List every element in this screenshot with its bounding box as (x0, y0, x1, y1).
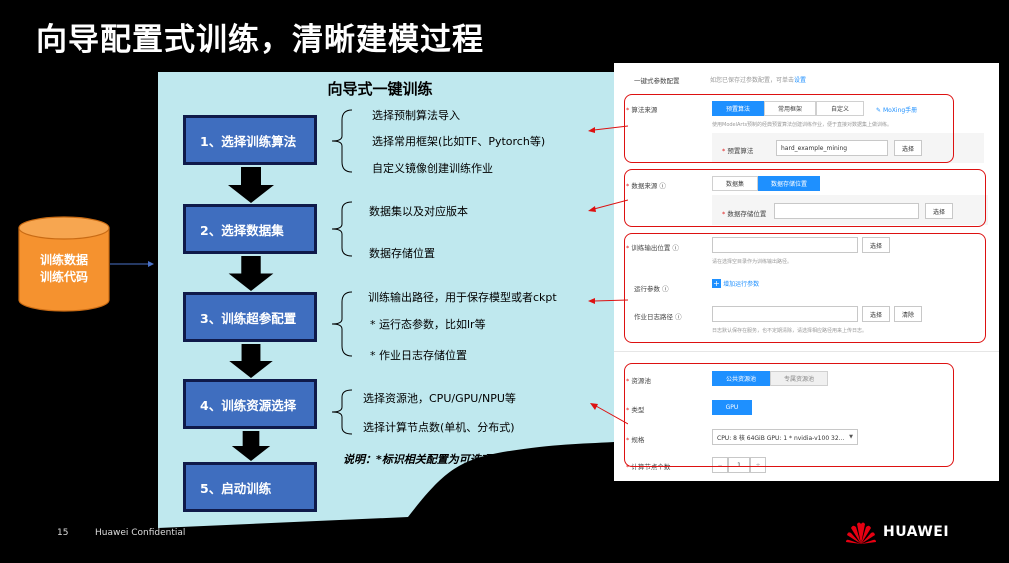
down-arrow-icon (231, 431, 271, 461)
option-text: 选择资源池，CPU/GPU/NPU等 (363, 392, 516, 405)
brand-name: HUAWEI (883, 524, 950, 540)
highlight-algorithm (624, 94, 954, 163)
highlight-hyperparameters (624, 233, 986, 343)
red-arrow-icon (588, 125, 628, 133)
step-select-algorithm: 1、选择训练算法 (183, 115, 317, 165)
step-start-training: 5、启动训练 (183, 462, 317, 512)
brace-icon (331, 291, 353, 357)
highlight-dataset (624, 169, 986, 227)
training-form-screenshot: 一键式参数配置 如您已保存过参数配置，可单击设置 * 算法来源 预置算法 常用框… (614, 63, 999, 481)
one-click-link[interactable]: 设置 (794, 77, 806, 84)
step-hyperparameters: 3、训练超参配置 (183, 292, 317, 342)
option-text: 选择计算节点数(单机、分布式) (363, 421, 515, 434)
section-divider (614, 351, 999, 352)
highlight-resources (624, 363, 954, 467)
step-select-dataset: 2、选择数据集 (183, 204, 317, 254)
option-text: 选择常用框架(比如TF、Pytorch等) (372, 135, 546, 148)
page-number: 15 (57, 528, 69, 538)
source-line-1: 训练数据 (39, 253, 88, 267)
slide-title: 向导配置式训练，清晰建模过程 (36, 22, 484, 58)
red-arrow-icon (590, 403, 628, 425)
source-arrow-icon (110, 261, 154, 267)
down-arrow-icon (228, 256, 274, 291)
option-text: 数据存储位置 (369, 247, 435, 260)
option-text: 数据集以及对应版本 (369, 205, 468, 218)
down-arrow-icon (229, 344, 273, 378)
step-select-resources: 4、训练资源选择 (183, 379, 317, 429)
brace-icon (331, 201, 353, 257)
confidential-label: Huawei Confidential (95, 528, 186, 538)
wizard-title: 向导式一键训练 (327, 80, 433, 98)
option-text: 训练输出路径，用于保存模型或者ckpt (368, 291, 557, 304)
huawei-logo-icon (846, 522, 876, 544)
red-arrow-icon (588, 199, 628, 212)
source-label: 训练数据 训练代码 (18, 252, 110, 286)
one-click-hint-text: 如您已保存过参数配置，可单击 (710, 77, 795, 84)
brace-icon (331, 389, 353, 435)
option-text: * 作业日志存储位置 (370, 349, 467, 362)
one-click-label: 一键式参数配置 (634, 77, 680, 85)
source-line-2: 训练代码 (39, 270, 88, 284)
option-text: 自定义镜像创建训练作业 (372, 162, 493, 175)
one-click-hint: 如您已保存过参数配置，可单击设置 (710, 75, 806, 84)
down-arrow-icon (228, 167, 274, 203)
wizard-note: 说明：*标识相关配置为可选项 (343, 453, 492, 466)
brace-icon (331, 109, 353, 173)
option-text: 选择预制算法导入 (372, 109, 460, 122)
option-text: * 运行态参数，比如lr等 (370, 318, 486, 331)
red-arrow-icon (588, 298, 628, 304)
